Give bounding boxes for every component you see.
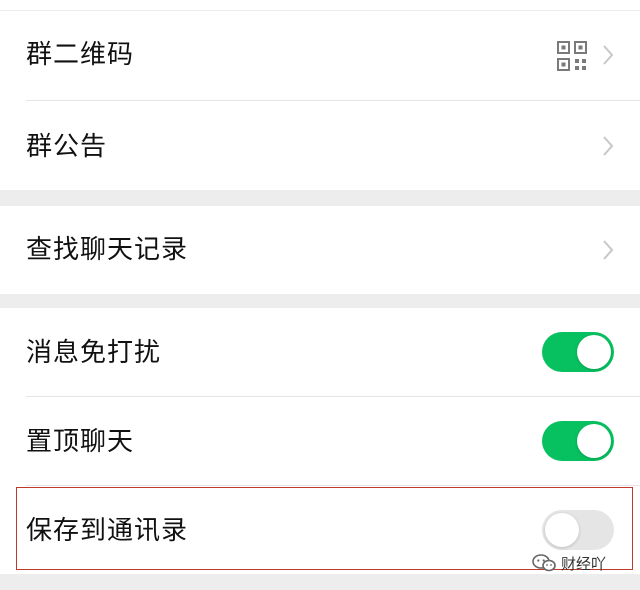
chevron-right-icon: [603, 45, 614, 65]
toggle-knob: [545, 513, 579, 547]
qr-code-icon: [557, 41, 587, 71]
group-notice-label: 群公告: [26, 132, 108, 162]
group-chat-settings: 群二维码 群公告 查找聊天记录 消息免打扰 置顶聊天 保存到通讯录 财经吖: [0, 0, 640, 590]
group-qr-row[interactable]: 群二维码: [0, 10, 640, 100]
toggles-section: 消息免打扰 置顶聊天 保存到通讯录: [0, 308, 640, 574]
save-contacts-toggle[interactable]: [542, 510, 614, 550]
group-info-section: 群二维码 群公告: [0, 0, 640, 190]
toggle-knob: [577, 424, 611, 458]
mute-toggle[interactable]: [542, 332, 614, 372]
pin-top-label: 置顶聊天: [26, 427, 135, 457]
pin-top-row: 置顶聊天: [0, 397, 640, 485]
group-qr-label: 群二维码: [26, 40, 135, 70]
search-section: 查找聊天记录: [0, 206, 640, 294]
group-notice-row[interactable]: 群公告: [0, 101, 640, 190]
chevron-right-icon: [603, 240, 614, 260]
toggle-knob: [577, 335, 611, 369]
pin-top-toggle[interactable]: [542, 421, 614, 461]
search-history-row[interactable]: 查找聊天记录: [0, 206, 640, 294]
watermark: 财经吖: [532, 552, 606, 574]
search-history-label: 查找聊天记录: [26, 235, 189, 265]
mute-row: 消息免打扰: [0, 308, 640, 396]
save-contacts-label: 保存到通讯录: [26, 516, 189, 546]
wechat-icon: [532, 554, 556, 572]
chevron-right-icon: [603, 136, 614, 156]
mute-label: 消息免打扰: [26, 338, 162, 368]
watermark-text: 财经吖: [561, 554, 607, 573]
